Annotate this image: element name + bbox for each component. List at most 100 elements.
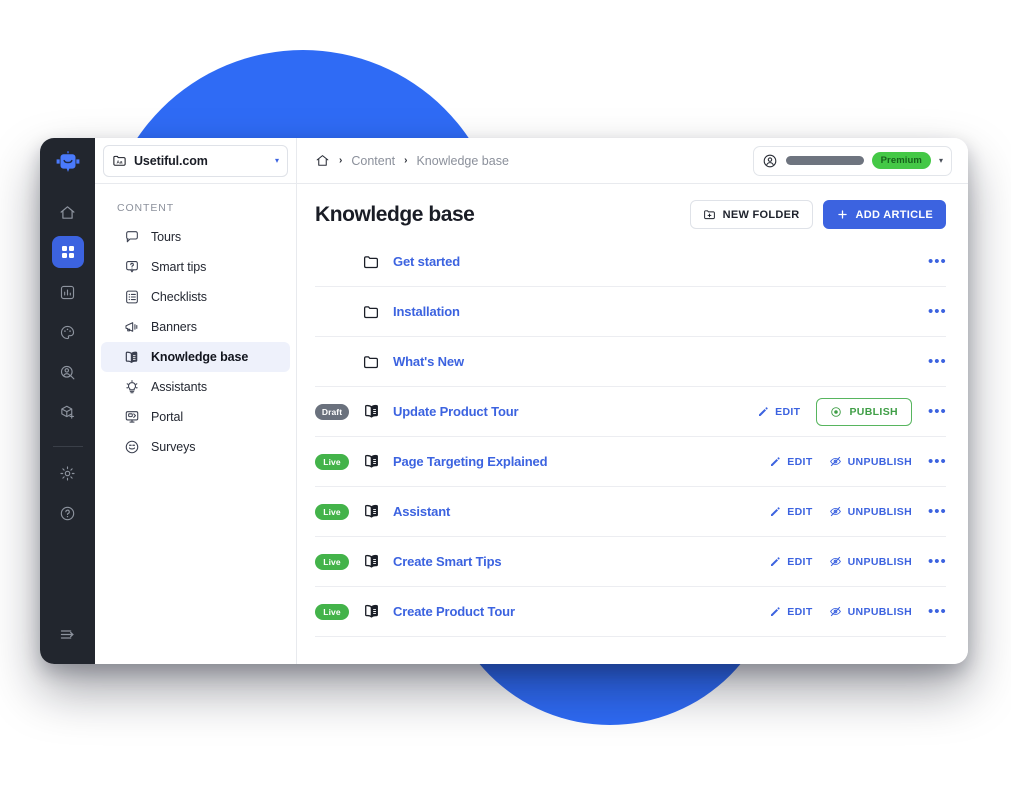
list-item-title[interactable]: Assistant	[393, 504, 450, 519]
sidebar-item-banners[interactable]: Banners	[101, 312, 290, 342]
breadcrumb-separator: ›	[404, 155, 408, 166]
edit-button[interactable]: EDIT	[769, 556, 812, 568]
list-item[interactable]: Live Create Product Tour EDIT UNPUBLISH …	[315, 587, 946, 637]
list-item[interactable]: Live Create Smart Tips EDIT UNPUBLISH ••…	[315, 537, 946, 587]
unpublish-label: UNPUBLISH	[847, 605, 912, 618]
workspace-row: Aa Usetiful.com ▾	[95, 138, 296, 184]
sidebar-item-tours[interactable]: Tours	[101, 222, 290, 252]
unpublish-button[interactable]: UNPUBLISH	[829, 505, 912, 518]
home-icon[interactable]	[315, 153, 330, 168]
edit-label: EDIT	[787, 605, 813, 618]
unpublish-label: UNPUBLISH	[847, 555, 912, 568]
chevron-down-icon: ▾	[938, 156, 943, 165]
checklist-icon	[123, 289, 140, 306]
edit-button[interactable]: EDIT	[769, 506, 812, 518]
pencil-icon	[769, 606, 781, 618]
home-icon	[59, 204, 76, 221]
sidebar-item-label: Banners	[151, 320, 197, 334]
breadcrumb-separator: ›	[339, 155, 343, 166]
pencil-icon	[769, 556, 781, 568]
collapse-arrow-icon	[59, 626, 76, 643]
status-badge: Premium	[871, 152, 931, 169]
status-badge: Live	[315, 503, 349, 520]
workspace-selector[interactable]: Aa Usetiful.com ▾	[103, 144, 288, 177]
edit-label: EDIT	[787, 505, 813, 518]
pencil-icon	[769, 456, 781, 468]
publish-button[interactable]: PUBLISH	[816, 397, 912, 426]
sidebar-item-knowledge-base[interactable]: Knowledge base	[101, 342, 290, 372]
sidebar-item-label: Surveys	[151, 440, 196, 454]
eye-slash-icon	[829, 505, 842, 518]
monitor-icon	[123, 409, 140, 426]
list-item[interactable]: Get started •••	[315, 237, 946, 287]
row-actions: EDIT UNPUBLISH •••	[769, 454, 946, 469]
page-actions: NEW FOLDER ADD ARTICLE	[689, 200, 946, 229]
question-circle-icon	[59, 505, 76, 522]
rail-item-audience[interactable]	[52, 356, 84, 388]
open-book-icon	[361, 552, 381, 571]
app-window: Aa Usetiful.com ▾ CONTENT Tours Smart ti…	[40, 138, 968, 664]
sidebar-item-checklists[interactable]: Checklists	[101, 282, 290, 312]
breadcrumb: › Content › Knowledge base	[315, 153, 509, 168]
new-folder-button[interactable]: NEW FOLDER	[689, 200, 813, 229]
list-item-title[interactable]: Installation	[393, 304, 460, 319]
list-item-title[interactable]: Page Targeting Explained	[393, 454, 548, 469]
breadcrumb-item-content[interactable]: Content	[351, 154, 395, 168]
folder-icon	[361, 253, 381, 271]
content-list: Get started ••• Installation ••• What's …	[297, 237, 968, 637]
list-item-title[interactable]: What's New	[393, 354, 464, 369]
sidebar-item-surveys[interactable]: Surveys	[101, 432, 290, 462]
folder-plus-icon	[703, 208, 716, 221]
sidebar-item-assistants[interactable]: Assistants	[101, 372, 290, 402]
unpublish-button[interactable]: UNPUBLISH	[829, 555, 912, 568]
rail-item-content[interactable]	[51, 236, 84, 268]
sidebar-item-portal[interactable]: Portal	[101, 402, 290, 432]
pencil-icon	[769, 506, 781, 518]
rail-item-help[interactable]	[52, 497, 84, 529]
edit-label: EDIT	[787, 455, 813, 468]
account-menu[interactable]: Premium ▾	[752, 145, 952, 176]
list-item-title[interactable]: Create Product Tour	[393, 604, 515, 619]
row-actions: EDIT PUBLISH •••	[757, 397, 946, 426]
rail-item-home[interactable]	[52, 196, 84, 228]
edit-label: EDIT	[775, 405, 801, 418]
new-folder-label: NEW FOLDER	[722, 208, 800, 221]
sidebar-item-smart-tips[interactable]: Smart tips	[101, 252, 290, 282]
list-item[interactable]: Live Page Targeting Explained EDIT UNPUB…	[315, 437, 946, 487]
workspace-name: Usetiful.com	[134, 153, 208, 168]
sidebar-item-label: Knowledge base	[151, 350, 249, 364]
collapse-sidebar-button[interactable]	[52, 618, 84, 650]
folder-icon	[361, 353, 381, 371]
list-item[interactable]: Live Assistant EDIT UNPUBLISH •••	[315, 487, 946, 537]
list-item-title[interactable]: Create Smart Tips	[393, 554, 502, 569]
gear-icon	[59, 465, 76, 482]
list-item[interactable]: Installation •••	[315, 287, 946, 337]
rail-item-analytics[interactable]	[52, 276, 84, 308]
rail-item-integrations[interactable]	[52, 396, 84, 428]
status-badge: Live	[315, 553, 349, 570]
list-item-title[interactable]: Get started	[393, 254, 460, 269]
rail-item-settings[interactable]	[52, 457, 84, 489]
smiley-icon	[123, 439, 140, 456]
list-item[interactable]: What's New •••	[315, 337, 946, 387]
open-book-icon	[361, 402, 381, 421]
chevron-down-icon: ▾	[274, 156, 279, 165]
bar-chart-icon	[59, 284, 76, 301]
list-item-title[interactable]: Update Product Tour	[393, 404, 519, 419]
cube-plus-icon	[59, 404, 76, 421]
list-item[interactable]: Draft Update Product Tour EDIT PUBLISH •…	[315, 387, 946, 437]
rail-item-themes[interactable]	[52, 316, 84, 348]
unpublish-button[interactable]: UNPUBLISH	[829, 455, 912, 468]
edit-label: EDIT	[787, 555, 813, 568]
add-article-button[interactable]: ADD ARTICLE	[822, 200, 946, 229]
edit-button[interactable]: EDIT	[757, 406, 800, 418]
nav-panel: Aa Usetiful.com ▾ CONTENT Tours Smart ti…	[95, 138, 297, 664]
user-search-icon	[59, 364, 76, 381]
status-badge: Draft	[315, 403, 349, 420]
edit-button[interactable]: EDIT	[769, 456, 812, 468]
edit-button[interactable]: EDIT	[769, 606, 812, 618]
sidebar-item-label: Smart tips	[151, 260, 207, 274]
breadcrumb-item-knowledge-base[interactable]: Knowledge base	[416, 154, 508, 168]
sidebar-item-label: Checklists	[151, 290, 207, 304]
unpublish-button[interactable]: UNPUBLISH	[829, 605, 912, 618]
